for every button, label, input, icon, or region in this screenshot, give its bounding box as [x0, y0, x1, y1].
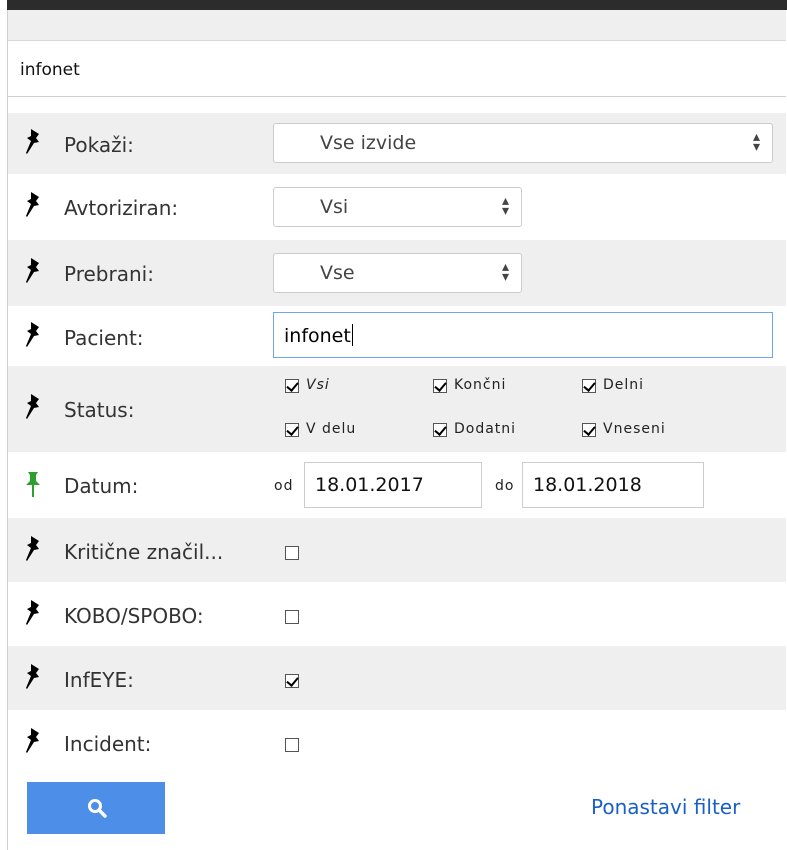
reset-filter-link[interactable]: Ponastavi filter: [591, 795, 740, 819]
filter-panel: infonet Pokaži: Vse izvide ▴ ▾ Avtorizira…: [7, 10, 786, 850]
filter-row-datum: Datum: od 18.01.2017 do 18.01.2018: [8, 452, 786, 518]
filter-label: Datum:: [64, 474, 139, 498]
prebrani-select[interactable]: Vse ▴ ▾: [273, 253, 522, 293]
status-checkbox-dodatni[interactable]: [433, 423, 447, 437]
select-value: Vse: [320, 262, 355, 284]
panel-header-strip: [8, 10, 786, 41]
text-caret: [351, 324, 353, 346]
pin-icon[interactable]: [22, 598, 44, 626]
checkbox-label: Končni: [454, 377, 507, 393]
infeye-checkbox[interactable]: [285, 674, 299, 688]
filter-label: Pacient:: [64, 326, 144, 350]
checkbox-label: Delni: [603, 377, 645, 393]
filter-label: Prebrani:: [64, 262, 154, 286]
pin-icon[interactable]: [22, 392, 44, 420]
status-checkbox-delni[interactable]: [582, 379, 596, 393]
filter-row-status: Status: Vsi Končni Delni V delu Dodatni …: [8, 366, 786, 452]
select-value: Vse izvide: [320, 132, 417, 154]
select-arrows-icon: ▴ ▾: [501, 193, 509, 219]
search-button[interactable]: [27, 782, 165, 834]
select-arrows-icon: ▴ ▾: [501, 259, 509, 285]
status-checkbox-koncni[interactable]: [433, 379, 447, 393]
incident-checkbox[interactable]: [285, 738, 299, 752]
checkbox-label: Vneseni: [603, 421, 666, 437]
filter-row-kriticne: Kritične značil...: [8, 518, 786, 582]
status-checkbox-v-delu[interactable]: [285, 423, 299, 437]
top-dark-bar: [7, 0, 787, 10]
filter-label: KOBO/SPOBO:: [64, 604, 204, 628]
date-to-value: 18.01.2018: [533, 474, 642, 496]
pacient-input[interactable]: infonet: [273, 312, 773, 358]
kriticne-checkbox[interactable]: [285, 546, 299, 560]
avtoriziran-select[interactable]: Vsi ▴ ▾: [273, 187, 522, 227]
pin-icon[interactable]: [22, 256, 44, 284]
filter-row-prebrani: Prebrani: Vse ▴ ▾: [8, 240, 786, 306]
kobo-checkbox[interactable]: [285, 610, 299, 624]
filter-row-incident: Incident:: [8, 710, 786, 774]
pin-icon[interactable]: [22, 320, 44, 348]
date-to-label: do: [495, 478, 515, 494]
pin-active-icon[interactable]: [22, 470, 44, 498]
filter-label: Kritične značil...: [64, 540, 224, 564]
filter-label: Status:: [64, 398, 135, 422]
checkbox-label: Vsi: [306, 377, 330, 393]
checkbox-label: V delu: [306, 421, 357, 437]
filter-label: Pokaži:: [64, 133, 134, 157]
filter-label: Avtoriziran:: [64, 196, 179, 220]
filter-row-pokazi: Pokaži: Vse izvide ▴ ▾: [8, 113, 786, 174]
pokazi-select[interactable]: Vse izvide ▴ ▾: [273, 123, 773, 163]
select-arrows-icon: ▴ ▾: [752, 129, 760, 155]
filter-label: Incident:: [64, 732, 152, 756]
status-checkbox-vneseni[interactable]: [582, 423, 596, 437]
filter-label: InfEYE:: [64, 668, 134, 692]
checkbox-label: Dodatni: [454, 421, 517, 437]
filter-row-kobo: KOBO/SPOBO:: [8, 582, 786, 646]
date-from-input[interactable]: 18.01.2017: [304, 462, 482, 508]
filter-row-infeye: InfEYE:: [8, 646, 786, 710]
panel-title: infonet: [20, 60, 80, 80]
date-to-input[interactable]: 18.01.2018: [522, 462, 704, 508]
pin-icon[interactable]: [22, 662, 44, 690]
select-value: Vsi: [320, 196, 349, 218]
status-checkbox-vsi[interactable]: [285, 379, 299, 393]
pin-icon[interactable]: [22, 190, 44, 218]
pin-icon[interactable]: [22, 534, 44, 562]
search-icon: [88, 799, 107, 818]
filter-row-pacient: Pacient: infonet: [8, 306, 786, 366]
pin-icon[interactable]: [22, 127, 44, 155]
date-from-value: 18.01.2017: [315, 474, 424, 496]
date-from-label: od: [274, 478, 294, 494]
input-value: infonet: [284, 325, 351, 347]
panel-title-bar: infonet: [8, 41, 786, 97]
filter-row-avtoriziran: Avtoriziran: Vsi ▴ ▾: [8, 174, 786, 240]
pin-icon[interactable]: [22, 726, 44, 754]
